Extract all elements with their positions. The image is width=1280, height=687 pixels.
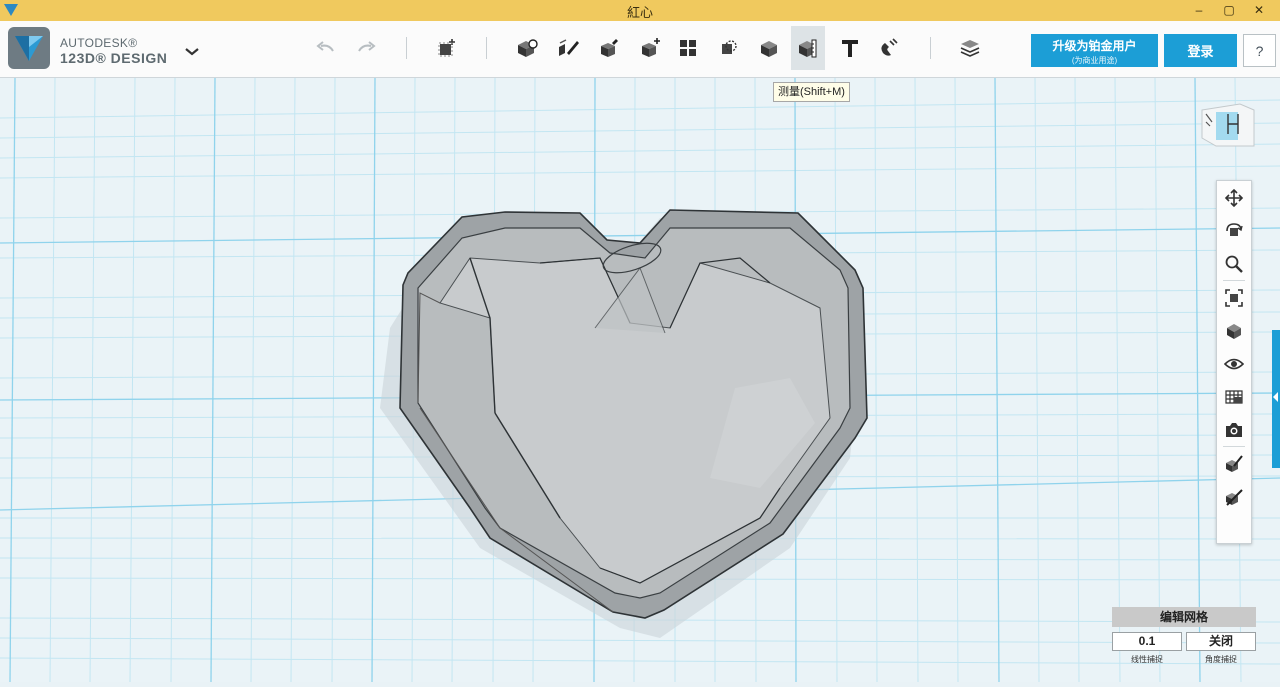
view-cube-icon[interactable] bbox=[1217, 314, 1251, 347]
autodesk-logo-icon bbox=[8, 27, 50, 74]
primitives-icon[interactable] bbox=[510, 33, 544, 63]
combine-icon[interactable] bbox=[752, 33, 786, 63]
construct-icon[interactable] bbox=[592, 33, 626, 63]
upgrade-label: 升级为铂金用户 bbox=[1052, 39, 1137, 53]
sketch-icon[interactable] bbox=[552, 33, 586, 63]
grouping-icon[interactable] bbox=[712, 33, 746, 63]
upgrade-button[interactable]: 升级为铂金用户 (为商业用途) bbox=[1031, 34, 1158, 67]
pattern-icon[interactable] bbox=[671, 33, 705, 63]
snap-icon[interactable] bbox=[872, 33, 906, 63]
brand-line2: 123D® DESIGN bbox=[60, 49, 168, 66]
main-menu-chevron-icon[interactable] bbox=[182, 41, 202, 61]
linear-snap-field[interactable]: 0.1 bbox=[1112, 632, 1182, 651]
fit-icon[interactable] bbox=[1217, 281, 1251, 314]
transform-icon[interactable] bbox=[431, 33, 465, 63]
help-button[interactable]: ? bbox=[1243, 34, 1276, 67]
visibility-icon[interactable] bbox=[1217, 347, 1251, 380]
maximize-button[interactable]: ▢ bbox=[1214, 0, 1244, 20]
minimize-button[interactable]: – bbox=[1184, 0, 1214, 20]
angle-snap-field[interactable]: 关闭 bbox=[1186, 632, 1256, 651]
workplane-grid bbox=[0, 77, 1280, 683]
edit-grid-button[interactable]: 编辑网格 bbox=[1112, 607, 1256, 627]
3d-viewport[interactable] bbox=[0, 77, 1280, 683]
screenshot-icon[interactable] bbox=[1217, 413, 1251, 446]
window-titlebar: 紅心 – ▢ ✕ bbox=[0, 0, 1280, 22]
undo-icon[interactable] bbox=[309, 33, 343, 63]
side-panel-toggle[interactable] bbox=[1272, 330, 1280, 468]
brand-line1: AUTODESK® bbox=[60, 35, 138, 50]
collapse-arrow-icon bbox=[1273, 392, 1278, 402]
redo-icon[interactable] bbox=[349, 33, 383, 63]
close-button[interactable]: ✕ bbox=[1244, 0, 1274, 20]
pan-icon[interactable] bbox=[1217, 181, 1251, 214]
view-cube[interactable] bbox=[1200, 100, 1256, 148]
zoom-icon[interactable] bbox=[1217, 247, 1251, 280]
upgrade-sublabel: (为商业用途) bbox=[1071, 56, 1118, 65]
edit-grid-panel: 编辑网格 0.1 关闭 线性捕捉 角度捕捉 bbox=[1112, 607, 1256, 679]
main-toolbar: AUTODESK® 123D® DESIGN 升级为铂金用户 (为商业用途) 登… bbox=[0, 21, 1280, 78]
measure-tooltip: 测量(Shift+M) bbox=[773, 82, 850, 102]
measure-icon[interactable] bbox=[791, 26, 825, 70]
linear-snap-label: 线性捕捉 bbox=[1131, 655, 1163, 664]
window-title: 紅心 bbox=[626, 5, 653, 20]
grid-material-icon[interactable] bbox=[1217, 380, 1251, 413]
app-logo[interactable]: AUTODESK® 123D® DESIGN bbox=[8, 27, 167, 74]
text-icon[interactable] bbox=[833, 33, 867, 63]
materials-icon[interactable] bbox=[953, 33, 987, 63]
angle-snap-label: 角度捕捉 bbox=[1205, 655, 1237, 664]
edit-object-icon[interactable] bbox=[1217, 447, 1251, 480]
login-button[interactable]: 登录 bbox=[1164, 34, 1237, 67]
hide-object-icon[interactable] bbox=[1217, 480, 1251, 513]
navigation-bar bbox=[1216, 180, 1252, 544]
modify-icon[interactable] bbox=[633, 33, 667, 63]
orbit-icon[interactable] bbox=[1217, 214, 1251, 247]
